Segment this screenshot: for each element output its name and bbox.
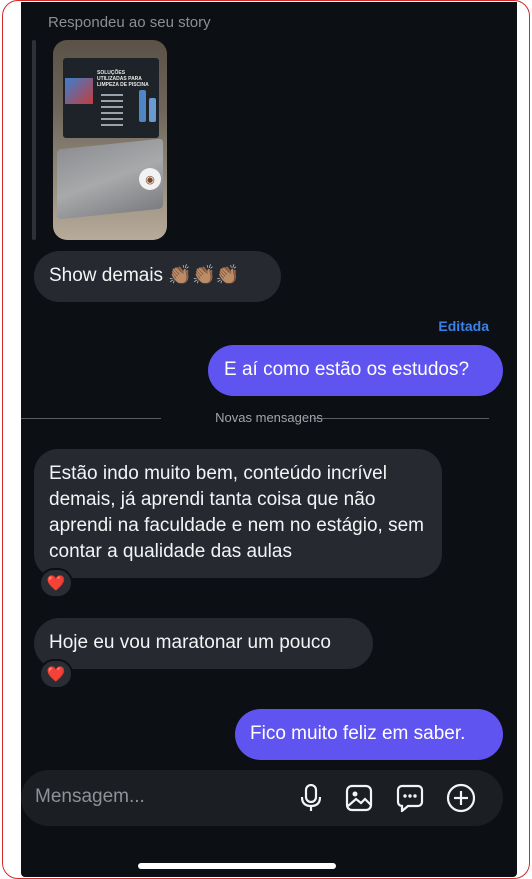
message-input[interactable]: Mensagem... (35, 786, 145, 808)
message-composer: Mensagem... (21, 770, 503, 826)
slide-bullet (101, 94, 123, 96)
message-bubble-incoming[interactable]: Hoje eu vou maratonar um pouco (34, 618, 373, 669)
bottle-image (149, 98, 156, 122)
video-call-image (65, 78, 93, 104)
phone-frame: Respondeu ao seu story SOLUÇÕES UTILIZAD… (2, 0, 530, 879)
story-thumbnail[interactable]: SOLUÇÕES UTILIZADAS PARA LIMPEZA DE PISC… (53, 40, 167, 240)
sticker-icon[interactable] (394, 782, 426, 814)
message-bubble-incoming[interactable]: Estão indo muito bem, conteúdo incrível … (34, 449, 442, 578)
new-messages-divider: Novas mensagens (215, 410, 323, 425)
slide-title: SOLUÇÕES UTILIZADAS PARA LIMPEZA DE PISC… (97, 70, 149, 88)
sticker-badge-icon: ◉ (139, 168, 161, 190)
slide-bullet (101, 118, 123, 120)
add-icon[interactable] (445, 782, 477, 814)
message-bubble-outgoing[interactable]: E aí como estão os estudos? (208, 345, 503, 396)
story-reply-label: Respondeu ao seu story (48, 14, 211, 31)
slide-bullet (101, 124, 123, 126)
message-bubble-incoming[interactable]: Show demais 👏🏽👏🏽👏🏽 (34, 251, 281, 302)
heart-reaction-icon[interactable]: ❤️ (39, 659, 73, 689)
slide-bullet (101, 112, 123, 114)
chat-screen: Respondeu ao seu story SOLUÇÕES UTILIZAD… (21, 2, 517, 877)
story-reply-bar (32, 40, 36, 240)
slide-bullet (101, 100, 123, 102)
image-icon[interactable] (343, 782, 375, 814)
bottle-image (139, 90, 146, 122)
laptop-screen-image: SOLUÇÕES UTILIZADAS PARA LIMPEZA DE PISC… (63, 58, 159, 138)
microphone-icon[interactable] (295, 782, 327, 814)
heart-reaction-icon[interactable]: ❤️ (39, 568, 73, 598)
home-indicator[interactable] (138, 863, 336, 869)
slide-bullet (101, 106, 123, 108)
message-bubble-outgoing[interactable]: Fico muito feliz em saber. (235, 709, 503, 760)
edited-label: Editada (438, 318, 489, 334)
